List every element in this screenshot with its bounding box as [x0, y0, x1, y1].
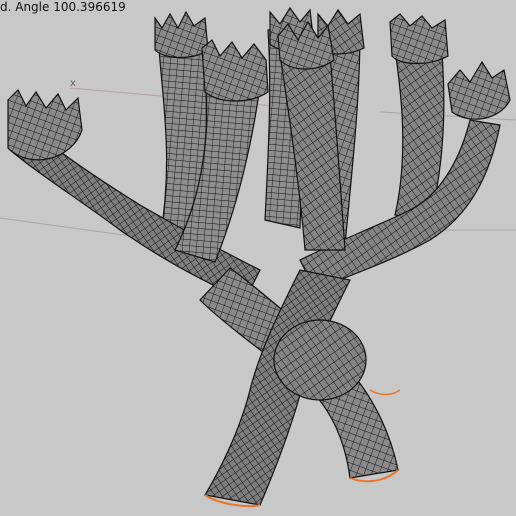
- cup-back-left: [154, 10, 209, 59]
- cup-left: [7, 88, 83, 161]
- trunk-knot: [273, 319, 367, 401]
- cup-center-left: [201, 39, 269, 102]
- viewport-canvas[interactable]: [0, 0, 516, 516]
- cup-far-right: [389, 13, 449, 65]
- cup-right: [447, 60, 511, 120]
- x-axis-label: x: [70, 78, 76, 89]
- 3d-viewport[interactable]: d. Angle 100.396619 x: [0, 0, 516, 516]
- cup-center-right: [277, 20, 335, 70]
- angle-readout: d. Angle 100.396619: [0, 0, 126, 14]
- mesh-object-coral[interactable]: [7, 6, 511, 508]
- selected-edge-back-base: [369, 389, 401, 396]
